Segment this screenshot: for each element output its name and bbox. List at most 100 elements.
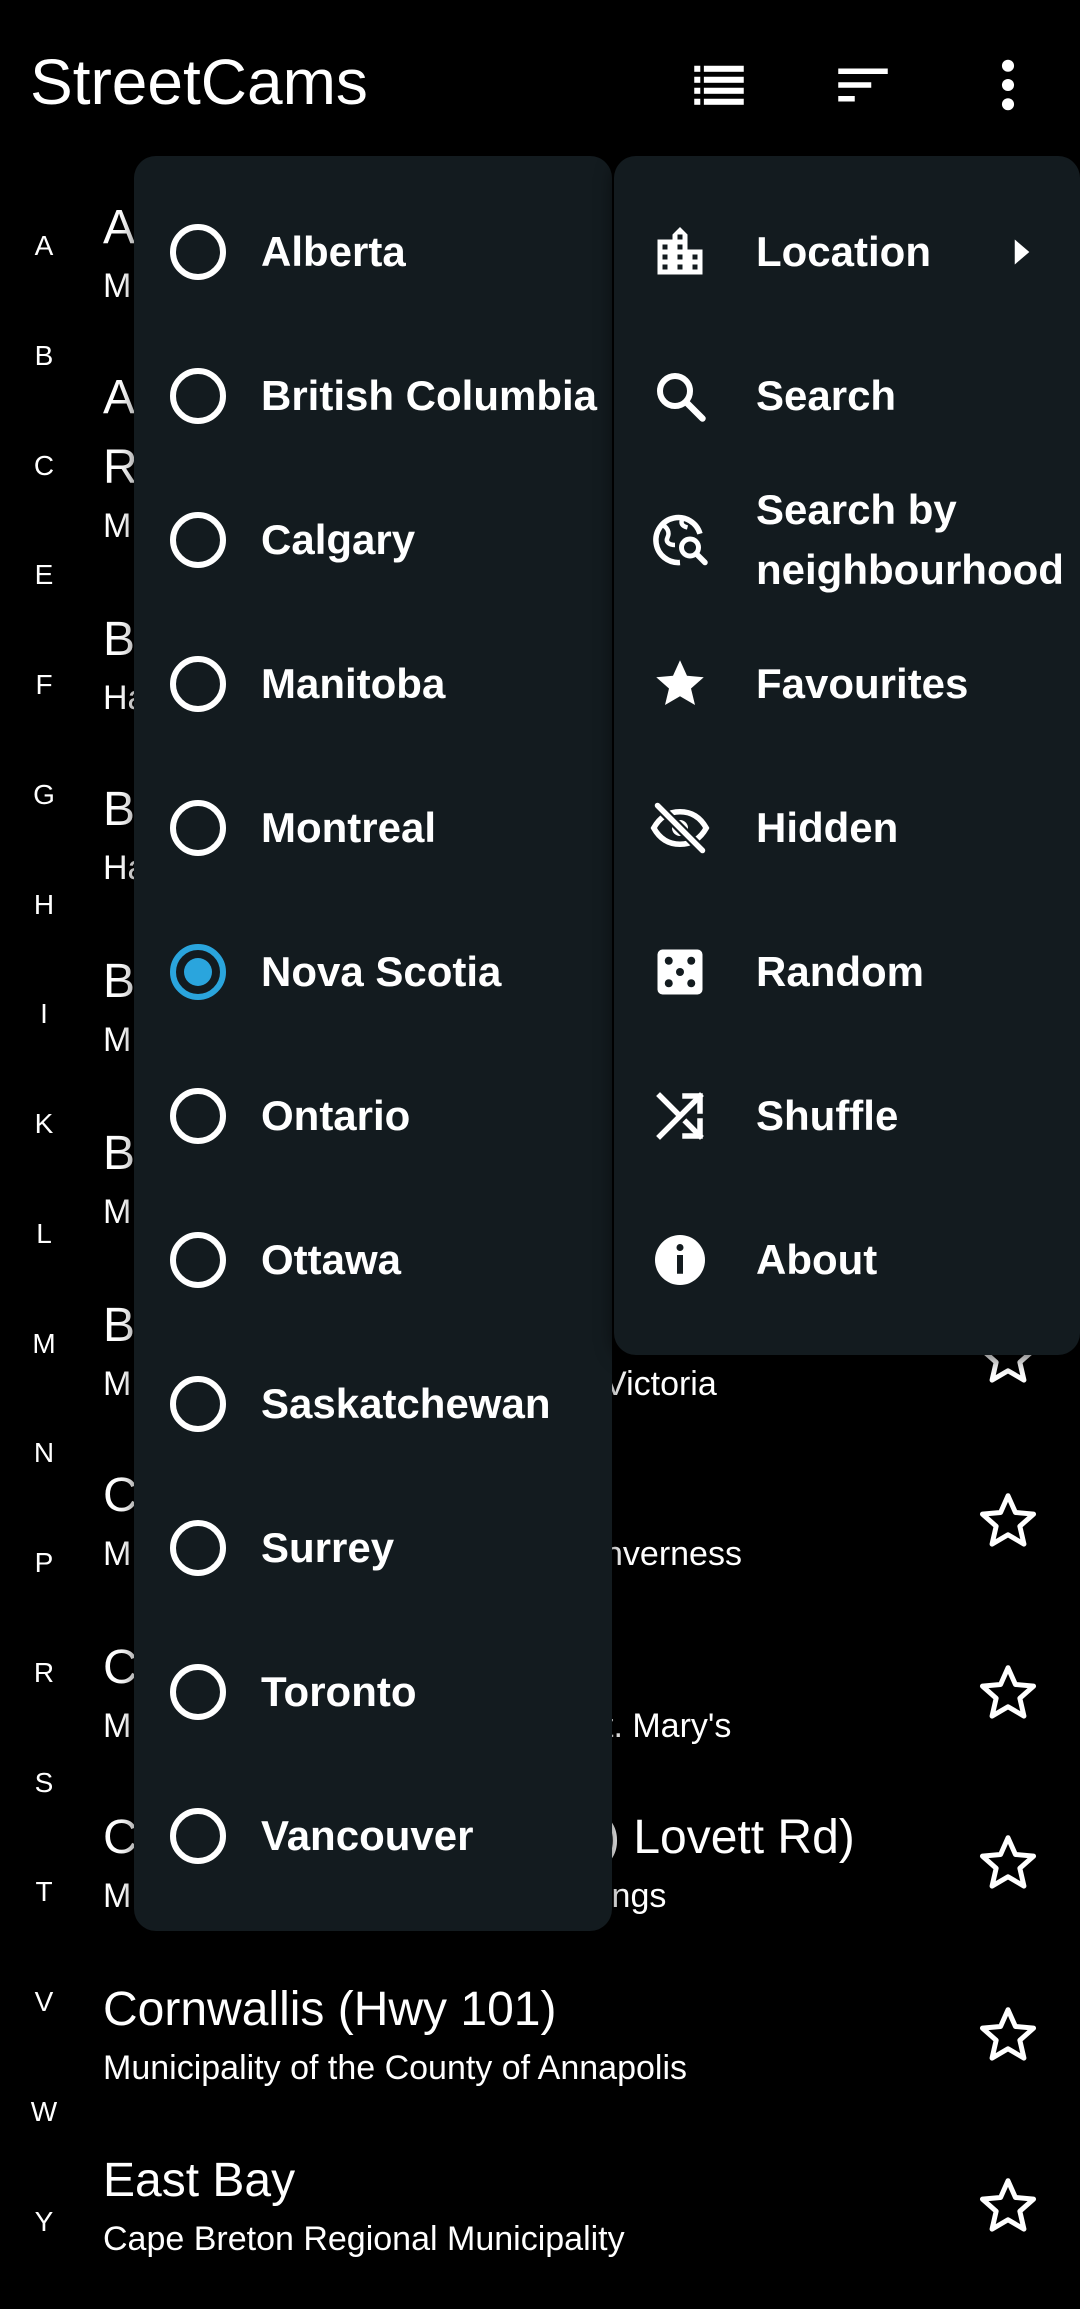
camera-subtitle: Cape Breton Regional Municipality [103, 2220, 625, 2258]
star-icon [650, 654, 710, 714]
camera-subtitle: M [103, 267, 132, 305]
index-letter[interactable]: G [22, 779, 66, 811]
index-letter[interactable]: F [22, 669, 66, 701]
index-letter[interactable]: E [22, 559, 66, 591]
camera-title: C [103, 1469, 138, 1522]
index-letter[interactable]: W [22, 2096, 66, 2128]
location-option-label: Toronto [261, 1668, 417, 1715]
location-option-surrey[interactable]: Surrey [134, 1476, 612, 1620]
overflow-menu: Location Search Search by neighbourhood … [614, 156, 1080, 1355]
radio-unchecked-icon[interactable] [170, 1520, 226, 1576]
menu-item-search[interactable]: Search [614, 324, 1080, 468]
star-outline-icon[interactable] [975, 1660, 1041, 1726]
location-option-label: Surrey [261, 1524, 395, 1571]
location-option-manitoba[interactable]: Manitoba [134, 612, 612, 756]
info-icon [650, 1230, 710, 1290]
menu-item-search-by-neighbourhood[interactable]: Search by neighbourhood [614, 468, 1080, 612]
menu-item-label: Search by neighbourhood [756, 486, 1064, 593]
menu-item-label: Random [756, 948, 924, 995]
camera-title: A [103, 201, 136, 254]
search-icon [650, 366, 710, 426]
location-option-label: Vancouver [261, 1812, 474, 1859]
camera-title: B [103, 613, 136, 666]
index-letter[interactable]: A [22, 230, 66, 262]
arrow-right-icon [996, 227, 1046, 277]
radio-unchecked-icon[interactable] [170, 1808, 226, 1864]
camera-title: R [103, 441, 138, 494]
location-option-calgary[interactable]: Calgary [134, 468, 612, 612]
location-option-label: Nova Scotia [261, 948, 502, 995]
radio-unchecked-icon[interactable] [170, 512, 226, 568]
list-item[interactable]: Cornwallis (Hwy 101) Municipality of the… [0, 1980, 1080, 2151]
index-letter[interactable]: I [22, 998, 66, 1030]
radio-checked-icon[interactable] [170, 944, 226, 1000]
index-letter[interactable]: L [22, 1218, 66, 1250]
star-outline-icon[interactable] [975, 1488, 1041, 1554]
location-option-toronto[interactable]: Toronto [134, 1620, 612, 1764]
location-option-ontario[interactable]: Ontario [134, 1044, 612, 1188]
radio-unchecked-icon[interactable] [170, 1664, 226, 1720]
location-option-alberta[interactable]: Alberta [134, 180, 612, 324]
menu-item-hidden[interactable]: Hidden [614, 756, 1080, 900]
radio-unchecked-icon[interactable] [170, 800, 226, 856]
menu-item-label: About [756, 1236, 878, 1283]
list-item[interactable]: East Bay Cape Breton Regional Municipali… [0, 2151, 1080, 2309]
menu-item-about[interactable]: About [614, 1188, 1080, 1332]
index-letter[interactable]: Y [22, 2206, 66, 2238]
index-letter[interactable]: V [22, 1986, 66, 2018]
radio-unchecked-icon[interactable] [170, 1376, 226, 1432]
camera-subtitle: M [103, 1877, 132, 1915]
star-outline-icon[interactable] [975, 1830, 1041, 1896]
travel-explore-icon [650, 510, 710, 570]
star-outline-icon[interactable] [975, 2002, 1041, 2068]
star-outline-icon[interactable] [975, 2173, 1041, 2239]
location-option-british-columbia[interactable]: British Columbia [134, 324, 612, 468]
camera-title: A [103, 371, 136, 424]
index-letter[interactable]: M [22, 1328, 66, 1360]
camera-title: C [103, 1811, 138, 1864]
camera-title: B [103, 1127, 136, 1180]
radio-unchecked-icon[interactable] [170, 1088, 226, 1144]
index-letter[interactable]: C [22, 450, 66, 482]
index-letter[interactable]: N [22, 1437, 66, 1469]
index-letter[interactable]: H [22, 889, 66, 921]
location-option-label: Montreal [261, 804, 437, 851]
menu-item-label: Hidden [756, 804, 899, 851]
location-option-montreal[interactable]: Montreal [134, 756, 612, 900]
dice-icon [650, 942, 710, 1002]
menu-item-favourites[interactable]: Favourites [614, 612, 1080, 756]
location-option-nova-scotia[interactable]: Nova Scotia [134, 900, 612, 1044]
camera-title: East Bay [103, 2154, 296, 2207]
camera-title: Cornwallis (Hwy 101) [103, 1983, 557, 2036]
camera-subtitle-tail: t. Mary's [604, 1707, 732, 1745]
location-option-saskatchewan[interactable]: Saskatchewan [134, 1332, 612, 1476]
index-letter[interactable]: T [22, 1876, 66, 1908]
location-option-label: Saskatchewan [261, 1380, 551, 1427]
camera-title: B [103, 955, 136, 1008]
camera-subtitle: Municipality of the County of Annapolis [103, 2049, 688, 2087]
radio-unchecked-icon[interactable] [170, 224, 226, 280]
location-option-label: Calgary [261, 516, 416, 563]
camera-subtitle: M [103, 1365, 132, 1403]
menu-item-location[interactable]: Location [614, 180, 1080, 324]
radio-unchecked-icon[interactable] [170, 1232, 226, 1288]
location-option-ottawa[interactable]: Ottawa [134, 1188, 612, 1332]
camera-subtitle-tail: Victoria [604, 1365, 717, 1403]
menu-item-label: Search [756, 372, 897, 419]
menu-item-label: Favourites [756, 660, 969, 707]
index-letter[interactable]: R [22, 1657, 66, 1689]
menu-item-shuffle[interactable]: Shuffle [614, 1044, 1080, 1188]
index-letter[interactable]: P [22, 1547, 66, 1579]
index-letter[interactable]: S [22, 1767, 66, 1799]
radio-unchecked-icon[interactable] [170, 656, 226, 712]
index-letter[interactable]: K [22, 1108, 66, 1140]
location-option-label: Ottawa [261, 1236, 402, 1283]
camera-subtitle-tail: ings [604, 1877, 667, 1915]
menu-item-random[interactable]: Random [614, 900, 1080, 1044]
location-option-vancouver[interactable]: Vancouver [134, 1764, 612, 1908]
location-option-label: Alberta [261, 228, 406, 275]
camera-subtitle: M [103, 1535, 132, 1573]
radio-unchecked-icon[interactable] [170, 368, 226, 424]
index-letter[interactable]: B [22, 340, 66, 372]
camera-subtitle: M [103, 1021, 132, 1059]
